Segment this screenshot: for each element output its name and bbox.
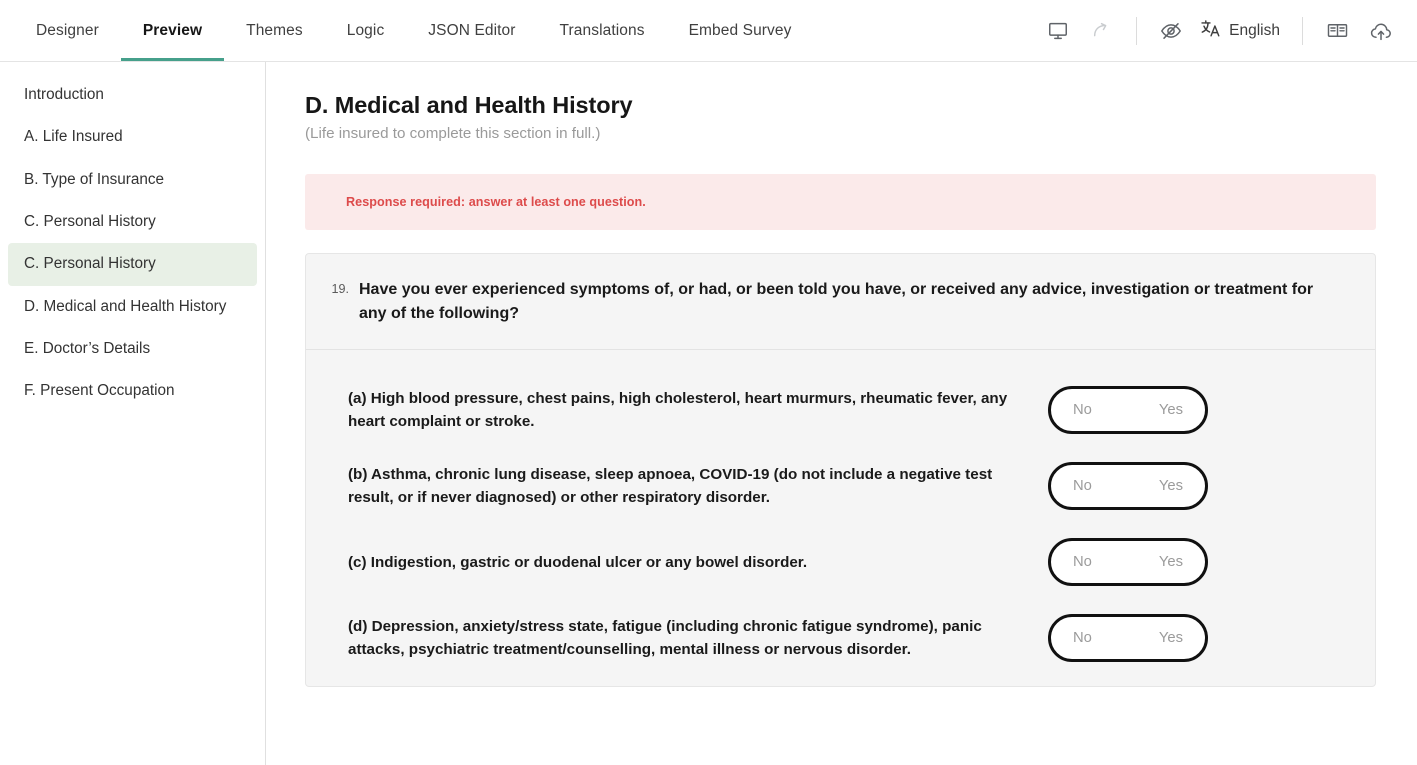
- sidebar-item[interactable]: C. Personal History: [8, 243, 257, 285]
- question-header: 19. Have you ever experienced symptoms o…: [306, 254, 1375, 350]
- yes-no-toggle[interactable]: No Yes: [1048, 386, 1208, 434]
- validation-error-text: Response required: answer at least one q…: [346, 195, 646, 209]
- matrix-row-control: No Yes: [1048, 462, 1208, 510]
- toolbar-actions: English: [1036, 0, 1417, 61]
- tab-themes[interactable]: Themes: [224, 0, 325, 61]
- toggle-option-yes[interactable]: Yes: [1159, 478, 1183, 494]
- matrix-row: (a) High blood pressure, chest pains, hi…: [306, 372, 1375, 448]
- sidebar-item[interactable]: Introduction: [8, 74, 257, 116]
- language-selector[interactable]: English: [1193, 9, 1290, 53]
- page-title: D. Medical and Health History: [305, 92, 1376, 119]
- toolbar-spacer: [813, 0, 1036, 61]
- matrix-row-control: No Yes: [1048, 538, 1208, 586]
- rotate-right-icon[interactable]: [1080, 9, 1124, 53]
- matrix-row: (b) Asthma, chronic lung disease, sleep …: [306, 448, 1375, 524]
- toggle-option-yes[interactable]: Yes: [1159, 402, 1183, 418]
- toggle-option-no[interactable]: No: [1073, 402, 1092, 418]
- language-label: English: [1229, 22, 1280, 40]
- page-navigator-sidebar: IntroductionA. Life InsuredB. Type of In…: [0, 62, 266, 765]
- matrix-row-label: (b) Asthma, chronic lung disease, sleep …: [348, 463, 1048, 510]
- survey-creator-app: DesignerPreviewThemesLogicJSON EditorTra…: [0, 0, 1417, 765]
- tab-bar: DesignerPreviewThemesLogicJSON EditorTra…: [0, 0, 813, 61]
- app-body: IntroductionA. Life InsuredB. Type of In…: [0, 62, 1417, 765]
- toolbar-divider-1: [1136, 17, 1137, 45]
- yes-no-toggle[interactable]: No Yes: [1048, 462, 1208, 510]
- toolbar-divider-2: [1302, 17, 1303, 45]
- toggle-option-no[interactable]: No: [1073, 554, 1092, 570]
- toggle-option-no[interactable]: No: [1073, 478, 1092, 494]
- toggle-option-yes[interactable]: Yes: [1159, 554, 1183, 570]
- matrix-row-label: (a) High blood pressure, chest pains, hi…: [348, 387, 1048, 434]
- matrix-rows: (a) High blood pressure, chest pains, hi…: [306, 350, 1375, 686]
- sidebar-item[interactable]: A. Life Insured: [8, 116, 257, 158]
- yes-no-toggle[interactable]: No Yes: [1048, 614, 1208, 662]
- validation-error-banner: Response required: answer at least one q…: [305, 174, 1376, 230]
- sidebar-item[interactable]: D. Medical and Health History: [8, 286, 257, 328]
- matrix-row-control: No Yes: [1048, 614, 1208, 662]
- sidebar-item[interactable]: E. Doctor’s Details: [8, 328, 257, 370]
- tab-translations[interactable]: Translations: [538, 0, 667, 61]
- sidebar-item[interactable]: C. Personal History: [8, 201, 257, 243]
- tab-designer[interactable]: Designer: [14, 0, 121, 61]
- matrix-row-control: No Yes: [1048, 386, 1208, 434]
- survey-preview-area: D. Medical and Health History (Life insu…: [266, 62, 1417, 765]
- toggle-option-no[interactable]: No: [1073, 630, 1092, 646]
- matrix-row: (c) Indigestion, gastric or duodenal ulc…: [306, 524, 1375, 600]
- eye-off-icon[interactable]: [1149, 9, 1193, 53]
- tab-logic[interactable]: Logic: [325, 0, 407, 61]
- tab-embed-survey[interactable]: Embed Survey: [667, 0, 814, 61]
- sidebar-item[interactable]: F. Present Occupation: [8, 370, 257, 412]
- question-title: Have you ever experienced symptoms of, o…: [359, 278, 1335, 325]
- top-toolbar: DesignerPreviewThemesLogicJSON EditorTra…: [0, 0, 1417, 62]
- tab-json-editor[interactable]: JSON Editor: [406, 0, 537, 61]
- matrix-row: (d) Depression, anxiety/stress state, fa…: [306, 600, 1375, 676]
- matrix-row-label: (c) Indigestion, gastric or duodenal ulc…: [348, 551, 1048, 575]
- page-subtitle: (Life insured to complete this section i…: [305, 125, 1376, 142]
- matrix-row-label: (d) Depression, anxiety/stress state, fa…: [348, 615, 1048, 662]
- monitor-icon[interactable]: [1036, 9, 1080, 53]
- yes-no-toggle[interactable]: No Yes: [1048, 538, 1208, 586]
- toggle-option-yes[interactable]: Yes: [1159, 630, 1183, 646]
- open-book-icon[interactable]: [1315, 9, 1359, 53]
- question-card: 19. Have you ever experienced symptoms o…: [305, 253, 1376, 687]
- cloud-upload-icon[interactable]: [1359, 9, 1403, 53]
- tab-preview[interactable]: Preview: [121, 0, 224, 61]
- sidebar-item[interactable]: B. Type of Insurance: [8, 159, 257, 201]
- translate-icon: [1199, 17, 1222, 45]
- question-number: 19.: [325, 278, 349, 296]
